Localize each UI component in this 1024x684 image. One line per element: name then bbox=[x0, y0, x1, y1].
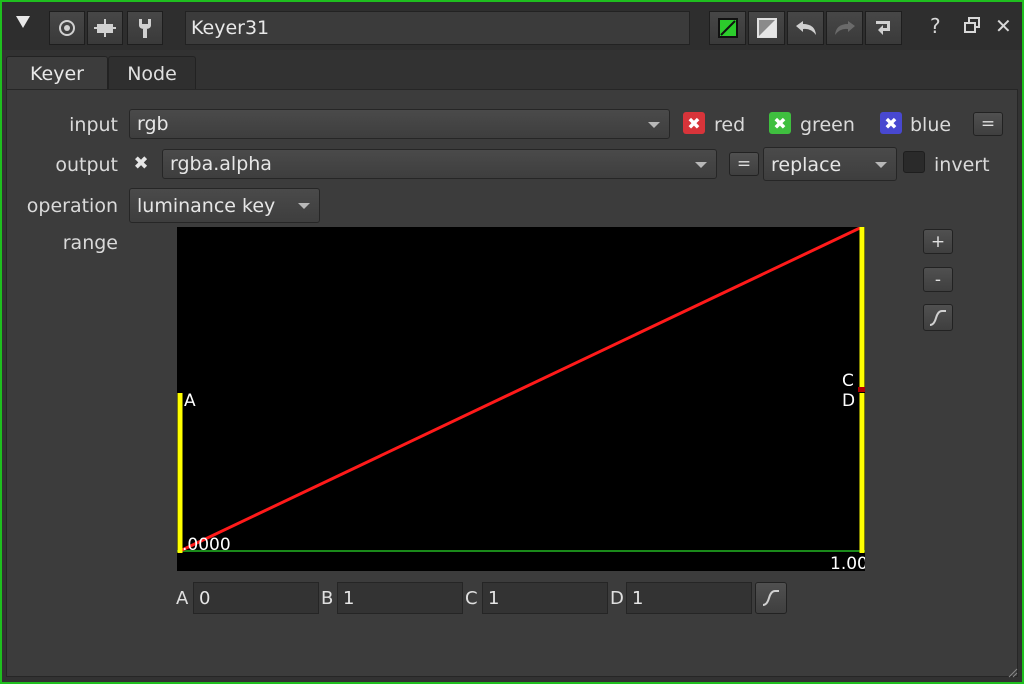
blue-channel-checkbox[interactable]: ✖ bbox=[880, 112, 902, 134]
input-label: input bbox=[69, 114, 118, 136]
color-swatch-button[interactable] bbox=[709, 11, 746, 45]
operation-value: luminance key bbox=[137, 195, 276, 217]
chevron-down-icon bbox=[695, 162, 707, 168]
range-left-value: .0000 bbox=[182, 535, 231, 555]
output-link-button[interactable]: = bbox=[729, 152, 759, 176]
redo-icon bbox=[834, 21, 855, 35]
field-b-label: B bbox=[321, 588, 334, 609]
input-link-button[interactable]: = bbox=[973, 112, 1003, 136]
output-dropdown[interactable]: rgba.alpha bbox=[162, 149, 717, 179]
node-name-field[interactable]: Keyer31 bbox=[185, 11, 690, 45]
zoom-out-button[interactable]: - bbox=[923, 267, 953, 292]
output-mode-dropdown[interactable]: replace bbox=[763, 147, 897, 181]
range-curve-graph[interactable]: A C D .0000 1.00 bbox=[177, 227, 865, 571]
field-a-input[interactable]: 0 bbox=[193, 582, 319, 614]
undo-icon bbox=[795, 21, 816, 35]
input-value: rgb bbox=[137, 113, 169, 135]
keyer-panel: Keyer31 ? ✕ Keyer Node input rgb ✖ red ✖… bbox=[0, 0, 1024, 684]
output-value: rgba.alpha bbox=[170, 153, 272, 175]
tab-node[interactable]: Node bbox=[108, 56, 196, 90]
viewer-button[interactable] bbox=[49, 11, 85, 45]
node-graph-button[interactable] bbox=[87, 11, 123, 45]
wrench-icon bbox=[139, 19, 151, 38]
circle-target-icon bbox=[59, 20, 75, 36]
range-curve-svg bbox=[177, 227, 865, 553]
range-label: range bbox=[62, 232, 118, 254]
checkmark-x-icon: ✖ bbox=[687, 113, 701, 133]
color-swatch-green-icon bbox=[717, 18, 738, 38]
color-swatch-gray-button[interactable] bbox=[748, 11, 785, 45]
chevron-down-icon bbox=[875, 162, 887, 168]
marker-c-label: C bbox=[842, 371, 854, 391]
revert-icon bbox=[875, 21, 890, 35]
marker-a-label: A bbox=[184, 391, 196, 411]
field-c-label: C bbox=[465, 588, 478, 609]
field-b-input[interactable]: 1 bbox=[337, 582, 463, 614]
output-clear-icon[interactable]: ✖ bbox=[130, 152, 152, 174]
revert-button[interactable] bbox=[865, 11, 902, 45]
blue-channel-label: blue bbox=[910, 114, 952, 136]
redo-button[interactable] bbox=[826, 11, 863, 45]
input-dropdown[interactable]: rgb bbox=[129, 109, 670, 139]
zoom-in-button[interactable]: + bbox=[923, 229, 953, 254]
invert-checkbox[interactable] bbox=[903, 151, 925, 173]
animation-curve-button[interactable] bbox=[755, 582, 787, 614]
chevron-down-icon bbox=[648, 122, 660, 128]
marker-d-label: D bbox=[842, 391, 856, 411]
float-window-svg bbox=[964, 17, 980, 33]
output-label: output bbox=[55, 154, 118, 176]
green-channel-label: green bbox=[800, 114, 855, 136]
field-a-label: A bbox=[176, 588, 189, 609]
red-channel-label: red bbox=[714, 114, 746, 136]
color-swatch-gray-icon bbox=[756, 18, 777, 38]
field-c-input[interactable]: 1 bbox=[482, 582, 608, 614]
checkmark-x-icon: ✖ bbox=[773, 113, 787, 133]
node-icon bbox=[94, 19, 116, 37]
operation-label: operation bbox=[26, 195, 118, 217]
resize-grip-icon[interactable] bbox=[1006, 666, 1018, 678]
collapse-arrow-icon[interactable] bbox=[16, 16, 30, 28]
undo-button[interactable] bbox=[787, 11, 824, 45]
float-window-icon[interactable] bbox=[964, 17, 980, 37]
green-channel-checkbox[interactable]: ✖ bbox=[769, 112, 791, 134]
curve-icon bbox=[929, 309, 946, 326]
invert-label: invert bbox=[934, 154, 990, 176]
settings-button[interactable] bbox=[127, 11, 163, 45]
range-right-value: 1.00 bbox=[830, 554, 865, 571]
output-mode-value: replace bbox=[771, 154, 842, 176]
red-channel-checkbox[interactable]: ✖ bbox=[683, 112, 705, 134]
chevron-down-icon bbox=[298, 203, 310, 209]
field-d-label: D bbox=[610, 588, 624, 609]
field-d-input[interactable]: 1 bbox=[626, 582, 752, 614]
tab-keyer[interactable]: Keyer bbox=[6, 56, 108, 90]
curve-editor-button[interactable] bbox=[923, 304, 953, 331]
help-icon[interactable]: ? bbox=[930, 14, 941, 38]
curve-icon bbox=[762, 590, 779, 606]
title-bar: Keyer31 ? ✕ bbox=[2, 2, 1022, 50]
close-icon[interactable]: ✕ bbox=[995, 14, 1012, 38]
operation-dropdown[interactable]: luminance key bbox=[129, 188, 320, 223]
range-curve bbox=[179, 227, 863, 553]
cd-marker bbox=[858, 387, 865, 392]
checkmark-x-icon: ✖ bbox=[884, 113, 898, 133]
